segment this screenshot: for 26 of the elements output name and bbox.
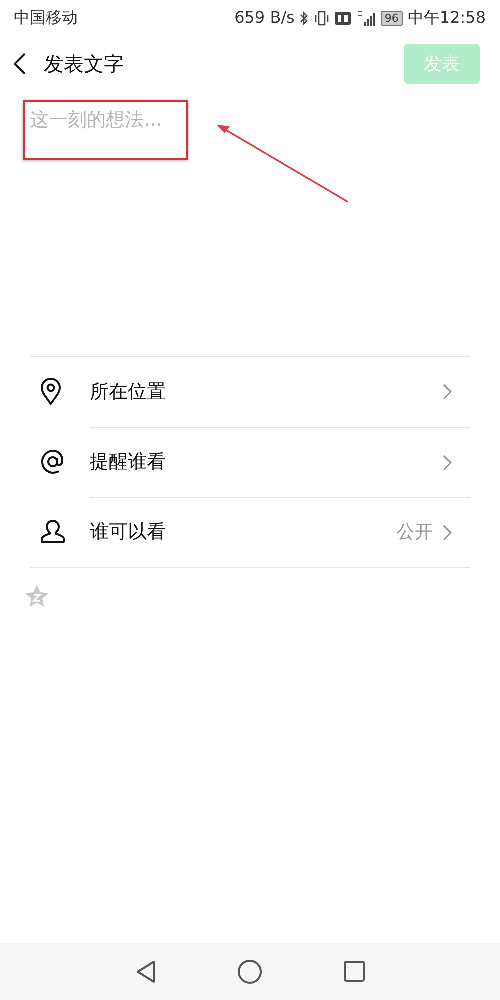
battery-level: 96 (380, 10, 403, 26)
page-title: 发表文字 (44, 51, 124, 78)
bluetooth-icon (300, 10, 309, 26)
signal-icon (356, 10, 376, 26)
chevron-icon (443, 454, 452, 470)
option-label: 谁可以看 (90, 520, 166, 546)
option-row[interactable]: 谁可以看 公开 (30, 497, 470, 567)
star-icon[interactable] (24, 584, 50, 609)
network-speed: 659 B/s (234, 7, 295, 29)
person-icon (40, 519, 66, 545)
option-label: 所在位置 (90, 380, 166, 405)
option-label: 提醒谁看 (90, 450, 166, 476)
location-pin-icon (40, 378, 62, 406)
carrier-name: 中国移动 (14, 7, 78, 29)
home-nav-icon[interactable] (238, 960, 262, 984)
option-value: 公开 (397, 521, 433, 545)
chevron-icon (443, 384, 452, 400)
option-row[interactable]: 提醒谁看 (30, 427, 470, 497)
back-nav-icon[interactable] (136, 960, 156, 984)
clock-time: 中午12:58 (408, 7, 486, 29)
vibrate-icon (314, 10, 330, 26)
option-row[interactable]: 所在位置 (30, 357, 470, 427)
at-sign-icon (40, 449, 66, 475)
chevron-icon (443, 524, 452, 540)
recent-apps-icon[interactable] (344, 961, 364, 982)
back-icon[interactable] (14, 53, 26, 75)
